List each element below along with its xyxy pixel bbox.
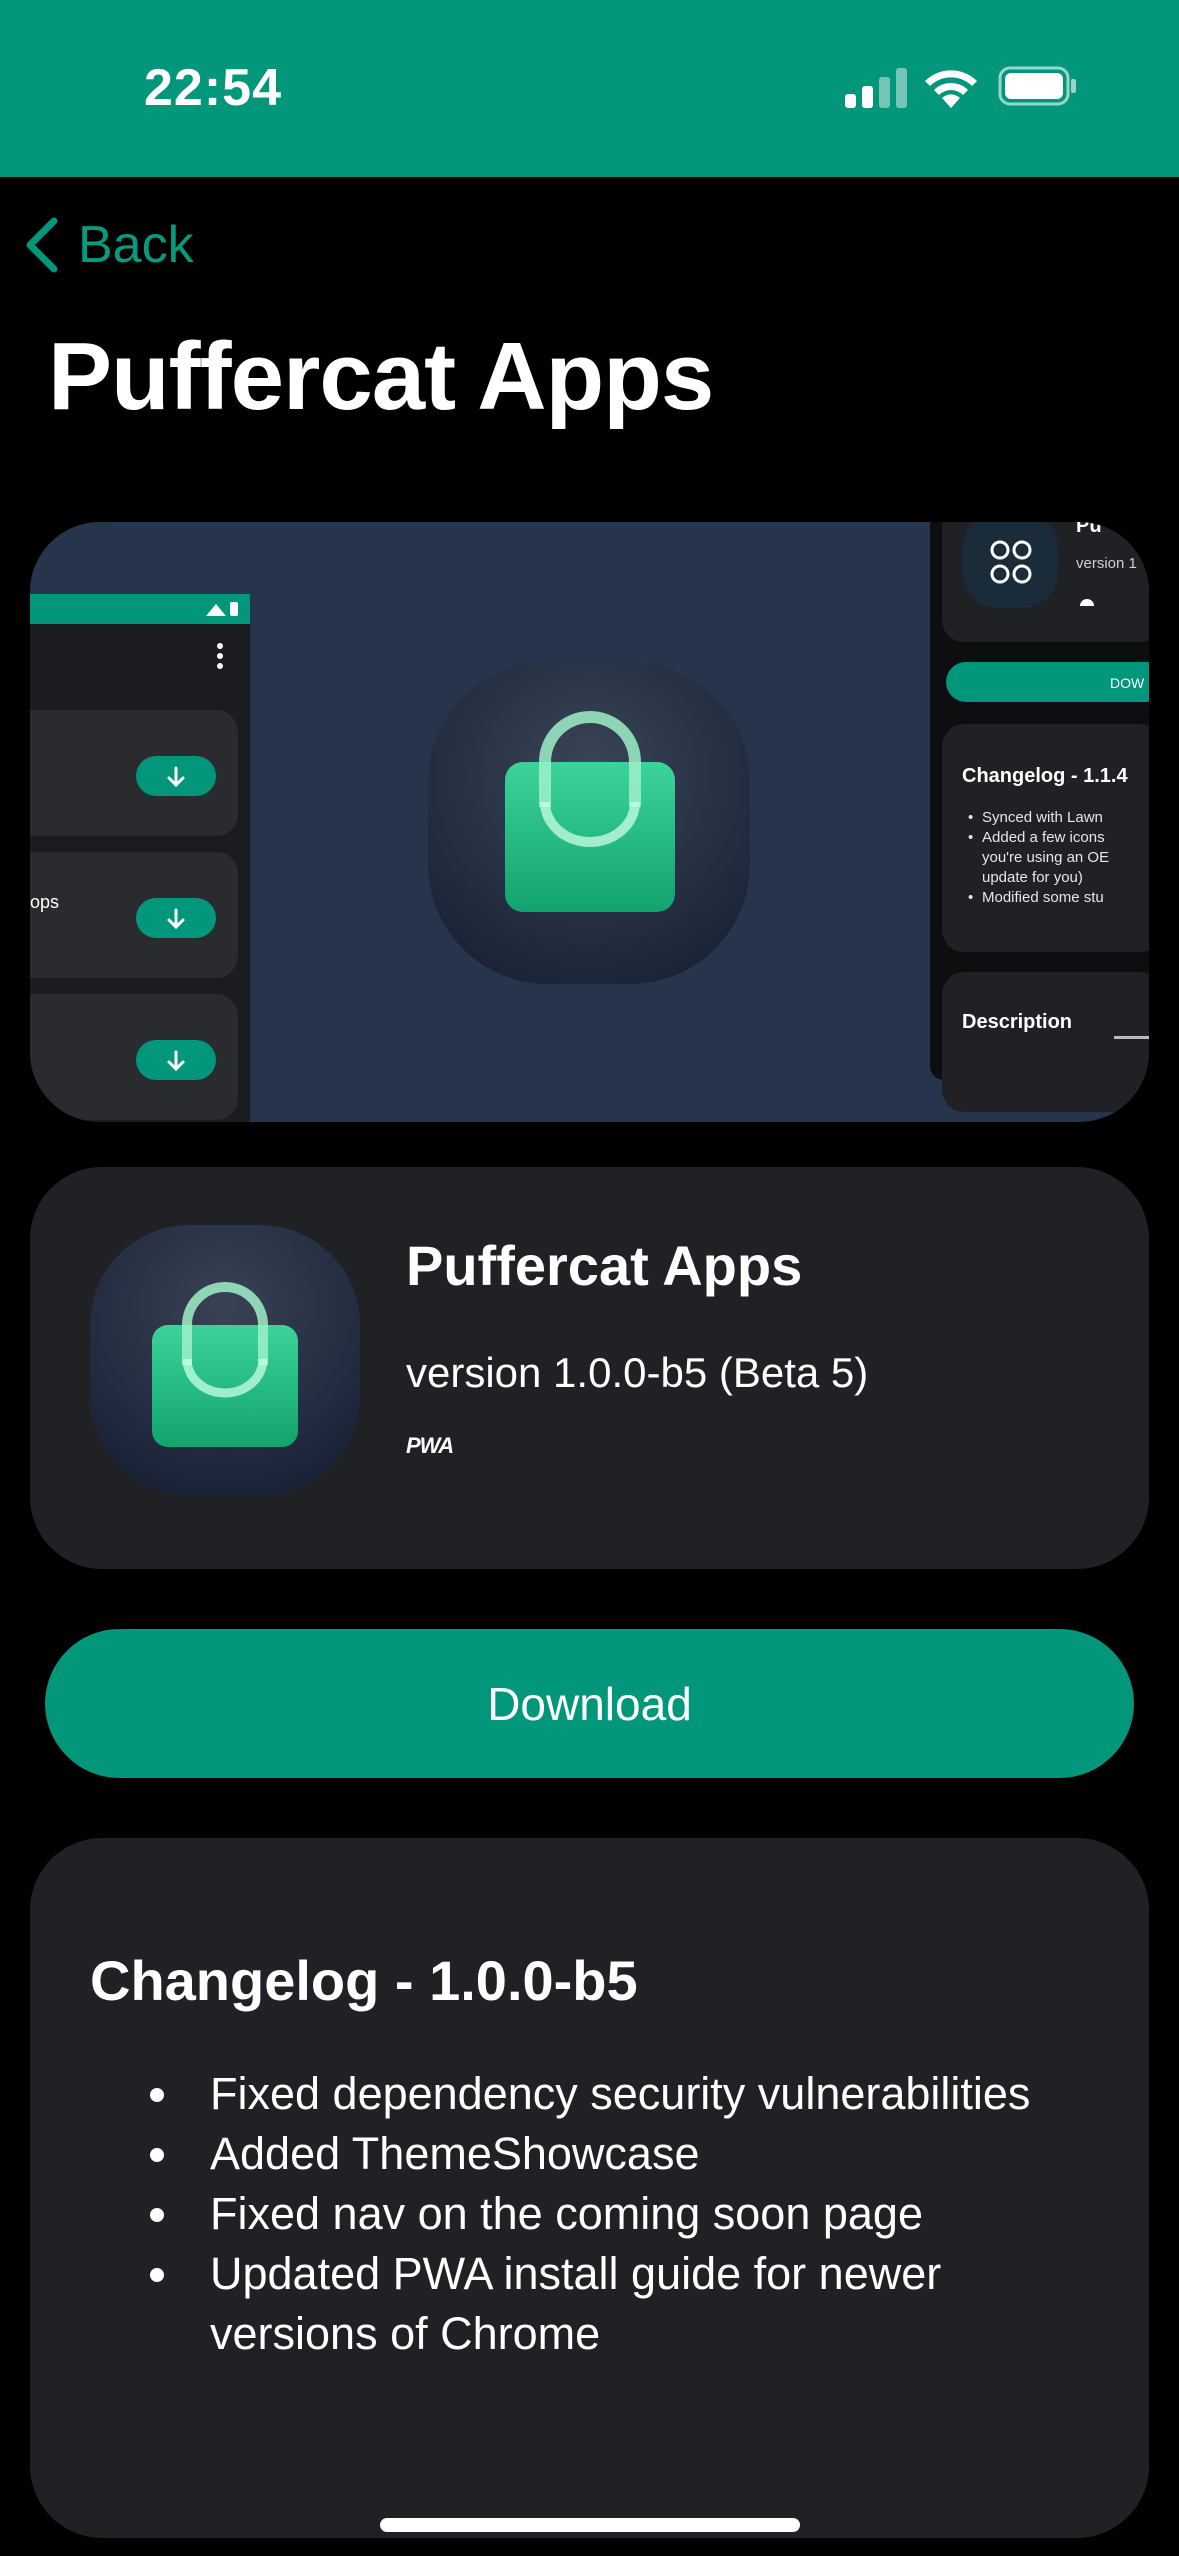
hero-screenshot: ops Pu version 1 DOW Changelog - 1.1.4 •… — [30, 522, 1149, 1122]
hero-right-changelog-item: update for you) — [982, 869, 1083, 886]
hero-right-changelog-item: Modified some stu — [982, 889, 1104, 906]
back-label: Back — [78, 216, 194, 274]
app-name: Puffercat Apps — [406, 1234, 803, 1297]
page-title: Puffercat Apps — [48, 323, 714, 430]
status-time: 22:54 — [144, 59, 282, 117]
status-bar: 22:54 — [0, 0, 1179, 177]
chevron-left-icon — [26, 217, 58, 273]
hero-right-changelog-item: • — [968, 829, 973, 846]
wifi-icon — [925, 70, 977, 108]
app-info-card: Puffercat Apps version 1.0.0-b5 (Beta 5)… — [30, 1167, 1149, 1569]
app-version: version 1.0.0-b5 (Beta 5) — [406, 1349, 869, 1396]
changelog-item: Fixed nav on the coming soon page — [150, 2184, 1090, 2244]
hero-left-list-label: ops — [30, 892, 59, 912]
pwa-badge: PWA — [406, 1433, 454, 1458]
hero-right-changelog-item: • — [968, 809, 973, 826]
shopping-bag-icon — [90, 1225, 360, 1495]
back-button[interactable]: Back — [22, 210, 194, 280]
battery-icon — [998, 66, 1076, 106]
download-button[interactable]: Download — [45, 1629, 1134, 1778]
changelog-title: Changelog - 1.0.0-b5 — [90, 1949, 638, 2012]
home-indicator — [380, 2518, 800, 2532]
hero-right-panel-button: DOW — [1110, 675, 1145, 691]
hero-right-changelog-item: • — [968, 889, 973, 906]
download-label: Download — [487, 1677, 692, 1730]
changelog-list: Fixed dependency security vulnerabilitie… — [150, 2064, 1090, 2364]
hero-right-changelog-title: Changelog - 1.1.4 — [962, 765, 1128, 787]
changelog-item: Fixed dependency security vulnerabilitie… — [150, 2064, 1090, 2124]
cellular-signal-icon — [845, 68, 907, 108]
hero-right-changelog-item: you're using an OE — [982, 849, 1109, 866]
changelog-item: Added ThemeShowcase — [150, 2124, 1090, 2184]
hero-right-panel-title: Pu — [1076, 522, 1102, 537]
hero-right-changelog-item: Added a few icons — [982, 829, 1105, 846]
changelog-item: Updated PWA install guide for newer vers… — [150, 2244, 1090, 2364]
hero-right-changelog-item: Synced with Lawn — [982, 809, 1103, 826]
changelog-card: Changelog - 1.0.0-b5 Fixed dependency se… — [30, 1838, 1149, 2538]
hero-right-panel-version: version 1 — [1076, 555, 1137, 572]
hero-right-description: Description — [962, 1011, 1072, 1033]
